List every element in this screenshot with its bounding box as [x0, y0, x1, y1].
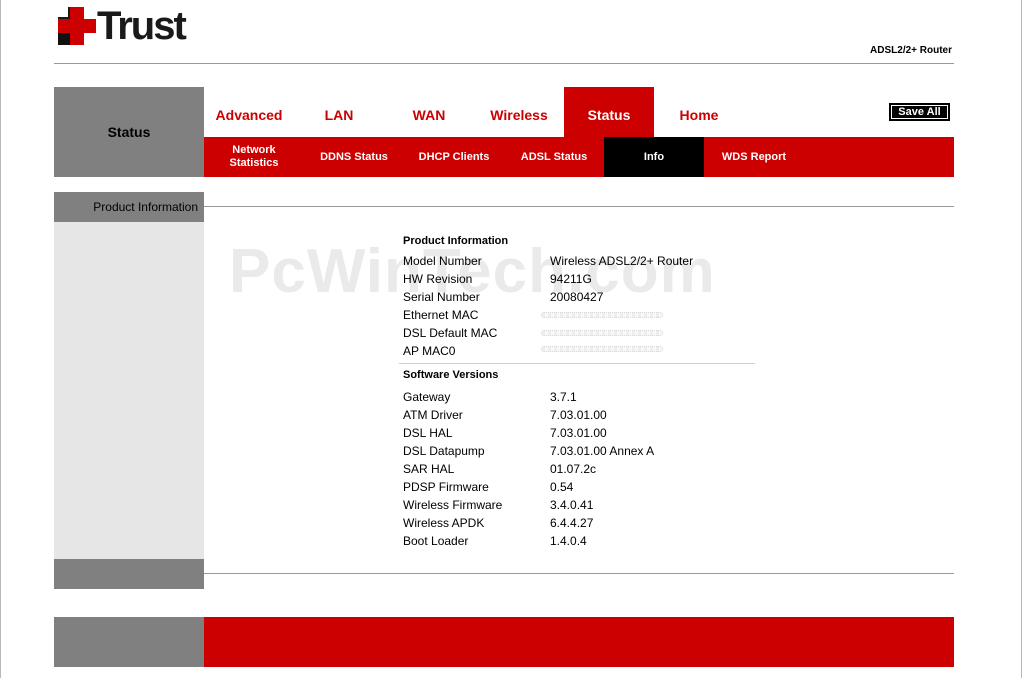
footer-bar: [204, 617, 954, 667]
redacted-dsl-mac: [541, 330, 663, 336]
version-value: 7.03.01.00: [550, 426, 607, 440]
version-label: ATM Driver: [403, 408, 463, 422]
sidebar: [54, 192, 204, 589]
trust-cross-icon: [58, 7, 96, 45]
redacted-ethernet-mac: [541, 312, 663, 318]
version-value: 1.4.0.4: [550, 534, 587, 548]
tab-lan[interactable]: LAN: [294, 87, 384, 137]
sidebar-heading: Product Information: [54, 192, 204, 222]
version-label: Gateway: [403, 390, 451, 404]
version-value: 3.7.1: [550, 390, 577, 404]
info-label: Ethernet MAC: [403, 308, 479, 322]
info-label: Serial Number: [403, 290, 480, 304]
tab-home[interactable]: Home: [654, 87, 744, 137]
software-versions-heading: Software Versions: [403, 369, 499, 381]
info-label: DSL Default MAC: [403, 326, 498, 340]
info-value: Wireless ADSL2/2+ Router: [550, 254, 694, 268]
version-value: 3.4.0.41: [550, 498, 594, 512]
subtab-network-statistics[interactable]: Network Statistics: [204, 137, 304, 177]
subtab-wds-report[interactable]: WDS Report: [704, 137, 804, 177]
version-label: PDSP Firmware: [403, 480, 489, 494]
version-label: Boot Loader: [403, 534, 469, 548]
model-name: ADSL2/2+ Router: [870, 45, 952, 56]
sub-nav: Network Statistics DDNS Status DHCP Clie…: [204, 137, 954, 177]
subtab-ddns-status[interactable]: DDNS Status: [304, 137, 404, 177]
version-label: DSL HAL: [403, 426, 453, 440]
section-separator: [399, 363, 755, 364]
version-value: 0.54: [550, 480, 574, 494]
footer-left-block: [54, 617, 204, 667]
current-section-title: Status: [54, 87, 204, 177]
browser-viewport: Trust ADSL2/2+ Router Status Advanced LA…: [0, 0, 1022, 678]
content-divider-top: [204, 206, 954, 207]
info-label: AP MAC0: [403, 344, 456, 358]
version-value: 01.07.2c: [550, 462, 597, 476]
header-divider: [54, 63, 954, 64]
save-all-button[interactable]: Save All: [889, 103, 950, 121]
tab-wan[interactable]: WAN: [384, 87, 474, 137]
info-label: Model Number: [403, 254, 482, 268]
version-value: 7.03.01.00: [550, 408, 607, 422]
subtab-dhcp-clients[interactable]: DHCP Clients: [404, 137, 504, 177]
tab-advanced[interactable]: Advanced: [204, 87, 294, 137]
trust-logo: Trust: [58, 4, 187, 48]
version-label: SAR HAL: [403, 462, 455, 476]
version-label: Wireless Firmware: [403, 498, 503, 512]
version-label: DSL Datapump: [403, 444, 485, 458]
version-value: 7.03.01.00 Annex A: [550, 444, 655, 458]
sidebar-footer: [54, 559, 204, 589]
main-nav: Advanced LAN WAN Wireless Status Home: [204, 87, 954, 137]
version-value: 6.4.4.27: [550, 516, 594, 530]
redacted-ap-mac: [541, 346, 663, 352]
content-divider-bottom: [204, 573, 954, 574]
info-label: HW Revision: [403, 272, 473, 286]
subtab-adsl-status[interactable]: ADSL Status: [504, 137, 604, 177]
product-info-heading: Product Information: [403, 235, 509, 247]
tab-wireless[interactable]: Wireless: [474, 87, 564, 137]
brand-name: Trust: [97, 4, 187, 48]
tab-status[interactable]: Status: [564, 87, 654, 137]
info-value: 94211G: [550, 272, 592, 286]
subtab-info[interactable]: Info: [604, 137, 704, 177]
info-value: 20080427: [550, 290, 604, 304]
version-label: Wireless APDK: [403, 516, 485, 530]
